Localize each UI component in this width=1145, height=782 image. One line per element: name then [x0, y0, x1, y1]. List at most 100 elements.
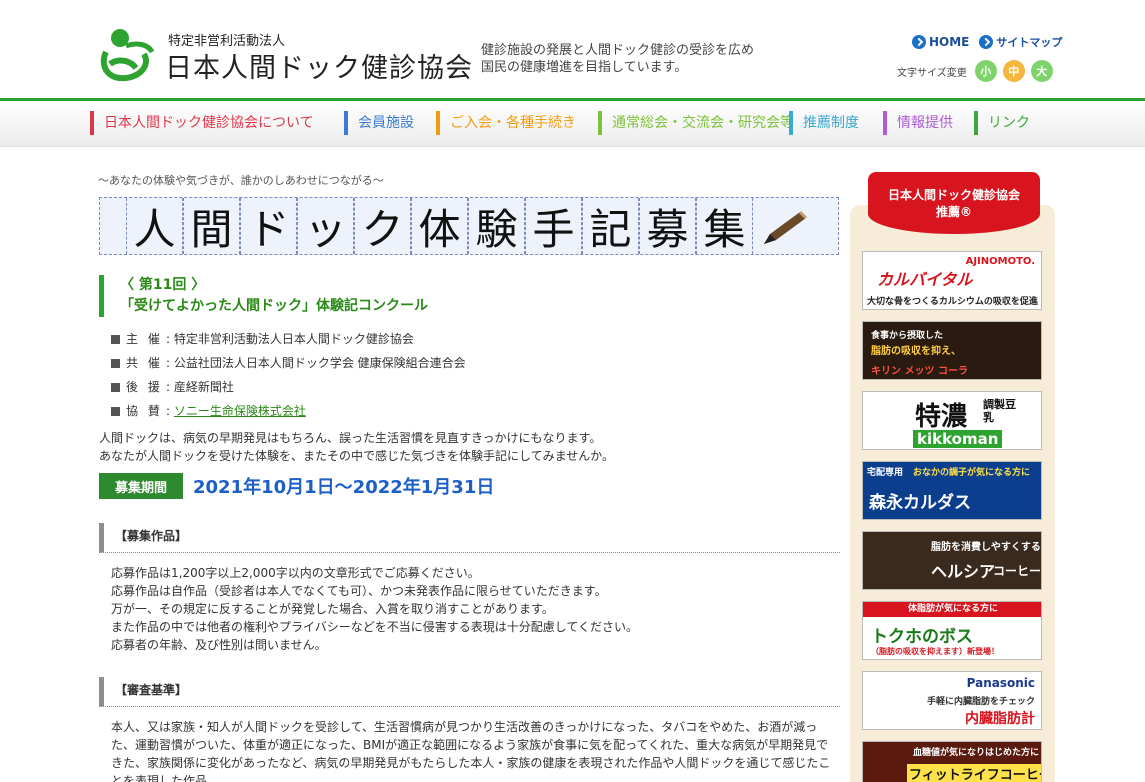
arrow-circle-icon [979, 35, 994, 49]
nav-item-meetings[interactable]: 通常総会・交流会・研究会等 [598, 111, 794, 135]
ad-text: トクホのボス [871, 627, 973, 647]
catch-copy: 〜あなたの体験や気づきが、誰かのしあわせにつながる〜 [98, 174, 384, 187]
section-heading-works: 【募集作品】 [99, 523, 840, 553]
arrow-circle-icon [912, 35, 926, 49]
ad-text: kikkoman [913, 430, 1003, 448]
ad-text: 食事から摂取した [871, 331, 944, 341]
list-item: 後 援 : 産経新聞社 [111, 375, 466, 399]
ad-text: 体脂肪が気になる方に [863, 602, 1041, 617]
header: 特定非営利活動法人 日本人間ドック健診協会 健診施設の発展と人間ドック健診の受診… [0, 0, 1145, 100]
list-item: 主 催 : 特定非営利活動法人日本人間ドック健診協会 [111, 327, 466, 351]
ad-text: キリン メッツ コーラ [871, 366, 968, 377]
title-banner: 人 間 ド ッ ク 体 験 手 記 募 集 [99, 197, 839, 255]
global-nav: 日本人間ドック健診協会について 会員施設 ご入会・各種手続き 通常総会・交流会・… [0, 101, 1145, 147]
info-label: 後 援 [126, 380, 163, 394]
sitemap-link[interactable]: サイトマップ [979, 34, 1062, 50]
criteria-line: とを表現した作品 [111, 774, 208, 782]
info-separator: : [166, 356, 174, 370]
contest-title: 「受けてよかった人間ドック」体験記コンクール [120, 298, 428, 314]
contest-edition: 〈 第11回 〉 [120, 277, 206, 293]
nav-item-join[interactable]: ご入会・各種手続き [436, 111, 576, 135]
bullet-square-icon [111, 334, 120, 344]
nav-item-about[interactable]: 日本人間ドック健診協会について [90, 111, 314, 135]
works-line: 応募者の年齢、及び性別は問いません。 [111, 638, 327, 652]
ad-text: 内臓脂肪計 [965, 711, 1035, 727]
ad-text: 血糖値が気になりはじめた方に [913, 748, 1040, 758]
intro-line-2: あなたが人間ドックを受けた体験を、またその中で感じた気づきを体験手記にしてみませ… [99, 449, 615, 463]
nav-item-links[interactable]: リンク [974, 111, 1030, 135]
ad-text: 宅配専用 [867, 468, 904, 478]
ad-banner-fitlife-coffee[interactable]: 血糖値が気になりはじめた方に フィットライフコーヒー [862, 741, 1042, 782]
banner-char: 間 [183, 198, 240, 254]
ad-banner-healthya-coffee[interactable]: 脂肪を消費しやすくする ヘルシア コーヒー [862, 531, 1042, 590]
nav-item-members[interactable]: 会員施設 [344, 111, 414, 135]
info-separator: : [166, 380, 174, 394]
ad-banner-boss[interactable]: 体脂肪が気になる方に トクホのボス （脂肪の吸収を抑えます）新登場！ [862, 601, 1042, 660]
application-period: 募集期間 2021年10月1日〜2022年1月31日 [99, 473, 494, 499]
info-separator: : [166, 332, 174, 346]
info-value: 産経新聞社 [173, 380, 234, 394]
ad-text: 調製豆乳 [983, 398, 1016, 424]
ad-banner-panasonic[interactable]: Panasonic 手軽に内臓脂肪をチェック 内臓脂肪計 [862, 671, 1042, 730]
ad-text: 脂肪を消費しやすくする [931, 542, 1041, 553]
list-item: 協 賛 : ソニー生命保険株式会社 [111, 399, 466, 423]
ad-banner-kikkoman[interactable]: 特濃 調製豆乳 kikkoman [862, 391, 1042, 450]
sitemap-link-label: サイトマップ [996, 36, 1063, 49]
section-body-works: 応募作品は1,200字以上2,000字以内の文章形式でご応募ください。 応募作品… [111, 564, 839, 654]
ad-banner-morinaga-caldas[interactable]: 宅配専用 おなかの調子が気になる方に 森永カルダス [862, 461, 1042, 520]
ad-text: 特濃 [915, 402, 968, 432]
home-link[interactable]: HOME [912, 35, 969, 49]
banner-char: 人 [126, 198, 183, 254]
banner-char: 験 [468, 198, 525, 254]
banner-char: 体 [411, 198, 468, 254]
bullet-square-icon [111, 406, 120, 416]
ad-text: 大切な骨をつくるカルシウムの吸収を促進 [867, 297, 1038, 307]
works-line: 応募作品は自作品（受診者は本人でなくても可）、かつ未発表作品に限らせていただきま… [111, 584, 607, 598]
ad-banner-calvital[interactable]: AJINOMOTO. カルバイタル 大切な骨をつくるカルシウムの吸収を促進 [862, 251, 1042, 310]
ad-text: Panasonic [966, 676, 1035, 690]
bullet-square-icon [111, 358, 120, 368]
contest-heading: 〈 第11回 〉 「受けてよかった人間ドック」体験記コンクール [99, 275, 428, 317]
font-size-switcher: 文字サイズ変更 小 中 大 [897, 60, 1053, 82]
banner-char: 手 [525, 198, 582, 254]
banner-char: 集 [696, 198, 753, 254]
font-size-medium-button[interactable]: 中 [1002, 60, 1025, 82]
list-item: 共 催 : 公益社団法人日本人間ドック学会 健康保険組合連合会 [111, 351, 466, 375]
tagline-line-1: 健診施設の発展と人間ドック健診の受診を広め [481, 43, 755, 58]
ad-text: コーヒー [993, 564, 1042, 578]
home-link-label: HOME [929, 35, 970, 49]
ribbon-subtitle: 推薦® [935, 205, 972, 219]
banner-char: ク [354, 198, 411, 254]
font-size-label: 文字サイズ変更 [897, 67, 967, 79]
works-line: 万が一、その規定に反することが発覚した場合、入賞を取り消すことがあります。 [111, 602, 554, 616]
intro-text: 人間ドックは、病気の早期発見はもちろん、誤った生活習慣を見直すきっかけにもなりま… [99, 429, 614, 465]
banner-char: ド [240, 198, 297, 254]
nav-item-info[interactable]: 情報提供 [883, 111, 953, 135]
ad-text: フィットライフコーヒー [907, 764, 1041, 782]
font-size-small-button[interactable]: 小 [974, 60, 997, 82]
criteria-line: 本人、又は家族・知人が人間ドックを受診して、生活習慣病が見つかり生活改善のきっか… [111, 720, 818, 734]
info-label: 共 催 [126, 356, 163, 370]
banner-char: 募 [639, 198, 696, 254]
organizer-list: 主 催 : 特定非営利活動法人日本人間ドック健診協会 共 催 : 公益社団法人日… [111, 327, 466, 423]
section-heading-criteria: 【審査基準】 [99, 677, 840, 707]
ad-text: 森永カルダス [869, 493, 971, 513]
period-badge: 募集期間 [99, 473, 183, 499]
info-value: 特定非営利活動法人日本人間ドック健診協会 [173, 332, 414, 346]
ad-text: 手軽に内臓脂肪をチェック [926, 697, 1035, 707]
recommended-ribbon: 日本人間ドック健診協会 推薦® [868, 172, 1040, 234]
intro-line-1: 人間ドックは、病気の早期発見はもちろん、誤った生活習慣を見直すきっかけにもなりま… [99, 431, 602, 445]
org-name[interactable]: 日本人間ドック健診協会 [165, 46, 473, 85]
sponsor-link[interactable]: ソニー生命保険株式会社 [174, 399, 306, 423]
criteria-line: きた、家族関係に変化があったなど、病気の早期発見がもたらした本人・家族の健康を表… [111, 756, 831, 770]
ad-text: 脂肪の吸収を抑え、 [871, 346, 961, 357]
ad-text: ヘルシア [931, 562, 996, 581]
font-size-large-button[interactable]: 大 [1030, 60, 1053, 82]
association-logo-icon[interactable] [96, 24, 156, 84]
banner-char: ッ [297, 198, 354, 254]
works-line: また作品の中では他者の権利やプライバシーなどを不当に侵害する表現は十分配慮してく… [111, 620, 639, 634]
ad-banner-kirin-mets[interactable]: 食事から摂取した 脂肪の吸収を抑え、 キリン メッツ コーラ [862, 321, 1042, 380]
tagline-line-2: 国民の健康増進を目指しています。 [481, 60, 688, 75]
info-value: 公益社団法人日本人間ドック学会 健康保険組合連合会 [173, 356, 466, 370]
nav-item-recommendation[interactable]: 推薦制度 [789, 111, 859, 135]
